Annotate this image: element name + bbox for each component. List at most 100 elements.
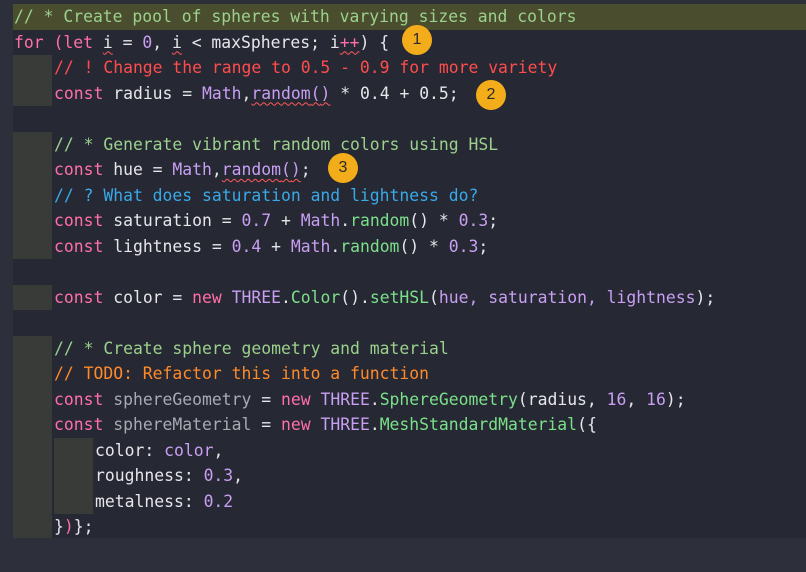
code-token: 16 — [606, 389, 627, 409]
code-token: ; — [478, 236, 489, 256]
code-token: ) — [290, 160, 301, 179]
code-token: color — [95, 440, 145, 460]
code-token: * — [330, 83, 360, 103]
code-token: () — [409, 211, 430, 230]
code-token: , — [211, 160, 222, 179]
code-token: * — [429, 211, 459, 230]
indent-guide — [13, 335, 52, 361]
code-token: metalness — [95, 491, 184, 511]
code-token: i — [102, 32, 113, 52]
code-token: Math — [300, 211, 341, 230]
code-token: Math — [172, 160, 212, 179]
code-token: THREE — [320, 415, 370, 434]
indent-guide — [13, 80, 52, 106]
code-token: : — [183, 466, 204, 485]
code-token: THREE — [320, 389, 370, 409]
code-line-text: const sphereGeometry = new THREE.SphereG… — [54, 389, 686, 411]
indent-guide — [13, 386, 52, 412]
code-token: i — [329, 32, 340, 52]
code-line-text: // ? What does saturation and lightness … — [54, 185, 478, 207]
code-token: // ? What does saturation and lightness … — [54, 185, 479, 205]
code-token: } — [54, 517, 64, 536]
code-line-text: // * Create pool of spheres with varying… — [14, 6, 576, 28]
code-line: // ? What does saturation and lightness … — [13, 182, 806, 208]
code-token: ( — [281, 160, 291, 179]
code-line-text: color: color, — [95, 440, 223, 462]
code-line: const sphereGeometry = new THREE.SphereG… — [13, 386, 806, 412]
code-token: new — [192, 287, 222, 307]
code-token: i — [171, 32, 182, 52]
code-token: , — [626, 389, 647, 409]
code-token: { — [586, 415, 597, 434]
code-token: ; — [448, 83, 459, 103]
code-token: ; — [488, 211, 499, 230]
code-token: () — [399, 236, 420, 256]
code-token: random — [350, 211, 410, 230]
code-line: metalness: 0.2 — [13, 488, 806, 514]
code-token: () — [340, 287, 360, 307]
code-token: . — [280, 287, 291, 307]
code-token: new — [280, 415, 311, 434]
code-token: ); — [665, 389, 686, 409]
code-token: // * Generate vibrant random colors usin… — [54, 134, 499, 154]
code-line-text: // * Generate vibrant random colors usin… — [54, 134, 498, 156]
code-line-text: // TODO: Refactor this into a function — [54, 363, 429, 385]
code-token: saturation = — [103, 211, 242, 230]
code-token: . — [359, 287, 370, 307]
code-token: radius, — [527, 389, 607, 409]
code-token: random — [251, 83, 311, 103]
code-token: 0.5 — [419, 83, 449, 103]
code-token: THREE — [231, 287, 281, 307]
code-line-text: const saturation = 0.7 + Math.random() *… — [54, 210, 498, 232]
code-token: const — [54, 389, 104, 409]
code-token: for — [14, 32, 44, 52]
code-token: . — [369, 415, 380, 434]
code-line: const sphereMaterial = new THREE.MeshSta… — [13, 412, 806, 438]
code-token: 0.3 — [458, 211, 489, 230]
indent-guide — [13, 182, 52, 208]
code-editor[interactable]: // * Create pool of spheres with varying… — [13, 4, 806, 538]
code-token: ++ — [339, 32, 360, 52]
code-line: const color = new THREE.Color().setHSL(h… — [13, 284, 806, 310]
code-line: roughness: 0.3, — [13, 463, 806, 489]
code-line-text: const radius = Math,random() * 0.4 + 0.5… — [54, 83, 459, 105]
code-token: . — [340, 211, 351, 230]
code-line: color: color, — [13, 437, 806, 463]
code-token: 0.4 — [359, 83, 390, 103]
code-token: // * Create pool of spheres with varying… — [14, 7, 577, 26]
code-token: + — [271, 211, 301, 230]
code-line: const saturation = 0.7 + Math.random() *… — [13, 208, 806, 234]
indent-guide — [13, 284, 52, 310]
indent-guide — [54, 463, 93, 489]
code-token: SphereGeometry — [379, 389, 518, 409]
code-token: roughness — [95, 466, 184, 485]
code-token: ) — [63, 517, 74, 536]
code-token: : — [144, 440, 165, 460]
annotation-badge: 3 — [328, 153, 358, 183]
code-token: = — [251, 389, 281, 409]
code-line-text: })}; — [54, 516, 94, 538]
code-line: })}; — [13, 514, 806, 538]
indent-guide — [13, 361, 52, 387]
code-token: lightness = — [103, 236, 232, 256]
indent-guide — [13, 233, 52, 259]
indent-guide — [13, 463, 52, 489]
code-token: let — [63, 32, 93, 52]
code-token: setHSL — [369, 287, 430, 307]
code-line-text: const sphereMaterial = new THREE.MeshSta… — [54, 414, 597, 436]
code-token: sphereGeometry — [103, 389, 252, 409]
code-token: 16 — [646, 389, 666, 409]
code-token: 0.3 — [203, 466, 234, 485]
code-token: color = — [103, 287, 193, 307]
indent-guide — [13, 55, 52, 81]
code-line: const radius = Math,random() * 0.4 + 0.5… — [13, 80, 806, 106]
code-token: const — [54, 211, 104, 230]
code-token: ( — [517, 389, 528, 409]
